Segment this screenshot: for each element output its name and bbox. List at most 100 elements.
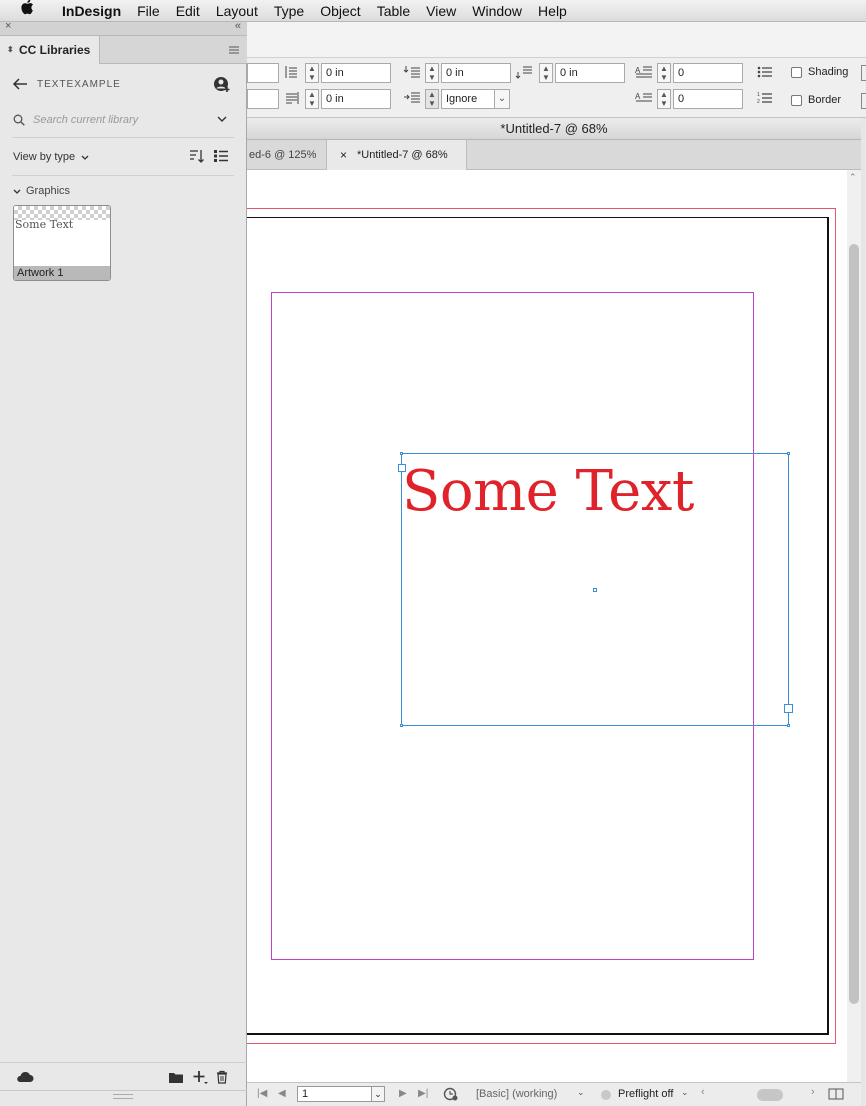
status-bar: |◀ ◀ 1 ⌄ ▶ ▶| [Basic] (working) ⌄ Prefli…	[247, 1082, 861, 1106]
space-before-stepper[interactable]: ▲ ▼	[425, 63, 439, 83]
preflight-label[interactable]: Preflight off	[618, 1088, 673, 1100]
view-divider	[12, 175, 234, 176]
handle-br[interactable]	[787, 724, 790, 727]
menu-app-name[interactable]: InDesign	[54, 0, 129, 22]
prev-page-icon[interactable]: ◀	[278, 1088, 286, 1099]
handle-tl[interactable]	[400, 452, 403, 455]
panel-collapse-icon[interactable]: «	[235, 20, 241, 32]
list-view-icon[interactable]	[213, 149, 229, 163]
scroll-left-icon[interactable]: ‹	[701, 1086, 705, 1098]
last-line-indent-field[interactable]: 0 in	[321, 89, 391, 109]
menu-object[interactable]: Object	[312, 0, 368, 22]
menu-layout[interactable]: Layout	[208, 0, 266, 22]
panel-resize-grip[interactable]	[0, 1090, 247, 1106]
menu-edit[interactable]: Edit	[168, 0, 208, 22]
space-before-icon	[403, 65, 421, 82]
align-grid-icon	[403, 91, 421, 108]
split-window-icon[interactable]	[828, 1087, 844, 1101]
panel-footer	[0, 1062, 247, 1092]
align-grid-dropdown[interactable]: ⌄	[494, 89, 510, 109]
text-frame[interactable]: Some Text	[398, 452, 793, 727]
left-indent-partial-field[interactable]	[247, 63, 279, 83]
menu-view[interactable]: View	[418, 0, 464, 22]
align-grid-stepper[interactable]: ▲ ▼	[425, 89, 439, 109]
asset-name-artwork-1: Artwork 1	[14, 266, 110, 280]
graphics-section-chevron-icon[interactable]	[12, 186, 22, 196]
last-line-indent-stepper[interactable]: ▲ ▼	[305, 89, 319, 109]
search-input[interactable]: Search current library	[33, 114, 138, 126]
drop-cap-lines-field[interactable]: 0	[673, 63, 743, 83]
out-port[interactable]	[784, 704, 793, 713]
panel-menu-icon[interactable]	[228, 44, 240, 54]
last-line-indent-icon	[284, 91, 300, 108]
asset-thumbnail-artwork-1[interactable]: Some Text Artwork 1	[13, 205, 111, 281]
tab-close-icon[interactable]: ×	[340, 140, 347, 170]
profile-label[interactable]: [Basic] (working)	[476, 1088, 557, 1100]
border-checkbox[interactable]	[791, 95, 802, 106]
panel-close-icon[interactable]: ×	[5, 20, 11, 32]
space-after-stepper[interactable]: ▲ ▼	[539, 63, 553, 83]
apple-menu-icon[interactable]	[20, 0, 40, 22]
scroll-right-icon[interactable]: ›	[811, 1086, 815, 1098]
shading-checkbox[interactable]	[791, 67, 802, 78]
border-color-swatch-partial[interactable]	[861, 93, 866, 109]
frame-center-point	[593, 588, 597, 592]
tab-cc-libraries-label: CC Libraries	[19, 43, 91, 57]
shading-label: Shading	[808, 66, 849, 78]
document-title-bar[interactable]: *Untitled-7 @ 68%	[247, 118, 861, 140]
profile-status-icon[interactable]	[443, 1086, 459, 1102]
panel-tab-bar: ⬍ CC Libraries	[0, 36, 247, 64]
menu-file[interactable]: File	[129, 0, 168, 22]
cc-libraries-panel: × « ⬍ CC Libraries TEXTEXAMPLE Search cu…	[0, 20, 247, 1106]
text-frame-content[interactable]: Some Text	[402, 460, 694, 524]
numbered-list-icon[interactable]: 12	[757, 91, 773, 108]
menu-table[interactable]: Table	[369, 0, 418, 22]
handle-tr[interactable]	[787, 452, 790, 455]
profile-dropdown-icon[interactable]: ⌄	[577, 1087, 585, 1098]
view-by-chevron-icon[interactable]	[80, 152, 90, 162]
right-indent-stepper[interactable]: ▲ ▼	[305, 63, 319, 83]
add-collaborator-icon[interactable]	[213, 76, 231, 92]
layout-canvas[interactable]: Some Text	[247, 170, 861, 1082]
sort-icon[interactable]	[189, 149, 205, 163]
delete-icon[interactable]	[216, 1070, 228, 1084]
menu-help[interactable]: Help	[530, 0, 575, 22]
first-page-icon[interactable]: |◀	[257, 1088, 267, 1099]
space-before-field[interactable]: 0 in	[441, 63, 511, 83]
space-after-field[interactable]: 0 in	[555, 63, 625, 83]
scroll-up-icon[interactable]: ⌃	[849, 172, 857, 183]
next-page-icon[interactable]: ▶	[399, 1088, 407, 1099]
drop-cap-chars-field[interactable]: 0	[673, 89, 743, 109]
border-label: Border	[808, 94, 842, 106]
back-arrow-icon[interactable]	[12, 77, 28, 91]
page-number-field[interactable]: 1	[297, 1086, 373, 1102]
search-divider	[12, 137, 234, 138]
drop-cap-chars-stepper[interactable]: ▲ ▼	[657, 89, 671, 109]
menu-type[interactable]: Type	[266, 0, 312, 22]
menu-window[interactable]: Window	[464, 0, 530, 22]
shading-color-swatch-partial[interactable]	[861, 65, 866, 81]
in-port[interactable]	[398, 464, 406, 472]
cloud-sync-icon[interactable]	[16, 1071, 34, 1083]
tab-untitled-7[interactable]: × *Untitled-7 @ 68%	[327, 140, 467, 170]
tab-cc-libraries[interactable]: ⬍ CC Libraries	[0, 36, 100, 64]
new-group-icon[interactable]	[168, 1070, 184, 1084]
tab-untitled-6[interactable]: ed-6 @ 125%	[247, 140, 327, 170]
last-page-icon[interactable]: ▶|	[418, 1088, 428, 1099]
graphics-section-title[interactable]: Graphics	[26, 185, 70, 197]
preflight-dropdown-icon[interactable]: ⌄	[681, 1087, 689, 1098]
view-by-type-dropdown[interactable]: View by type	[13, 151, 75, 163]
page-dropdown[interactable]: ⌄	[371, 1086, 385, 1102]
bulleted-list-icon[interactable]	[757, 65, 773, 82]
align-grid-select[interactable]: Ignore	[441, 89, 495, 109]
handle-bl[interactable]	[400, 724, 403, 727]
add-content-icon[interactable]	[192, 1069, 208, 1085]
first-line-indent-partial-field[interactable]	[247, 89, 279, 109]
right-indent-field[interactable]: 0 in	[321, 63, 391, 83]
search-scope-dropdown-icon[interactable]	[216, 113, 228, 125]
drop-cap-lines-stepper[interactable]: ▲ ▼	[657, 63, 671, 83]
vertical-scrollbar[interactable]: ⌃	[847, 170, 861, 1082]
horizontal-scroll-thumb[interactable]	[757, 1089, 783, 1101]
tab-untitled-6-label: ed-6 @ 125%	[249, 149, 317, 161]
vertical-scroll-thumb[interactable]	[849, 244, 859, 1004]
